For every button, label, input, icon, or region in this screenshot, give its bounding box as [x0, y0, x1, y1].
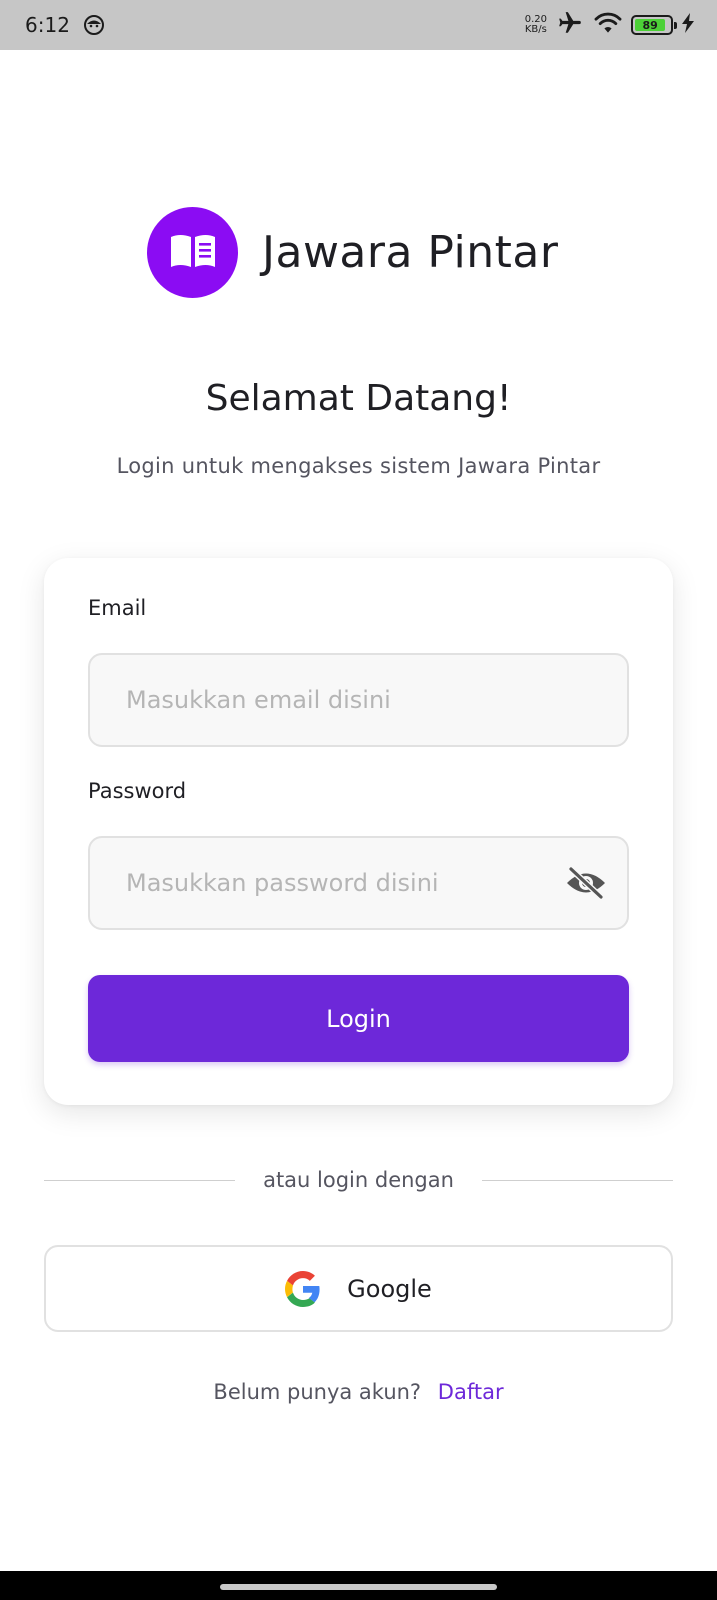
status-icons: 0.20 KB/s 89	[525, 10, 695, 40]
app-name: Jawara Pintar	[262, 227, 559, 278]
login-card: Email Password Login	[44, 558, 673, 1105]
brand-logo	[147, 207, 238, 298]
navigation-bar	[0, 1571, 717, 1600]
password-field[interactable]	[88, 836, 629, 930]
page-title: Selamat Datang!	[205, 378, 512, 419]
eye-off-icon[interactable]	[565, 862, 607, 904]
email-label: Email	[88, 596, 147, 620]
signup-prompt: Belum punya akun? Daftar	[0, 1380, 717, 1404]
book-icon	[168, 231, 218, 275]
signup-text: Belum punya akun?	[213, 1380, 422, 1404]
google-label: Google	[347, 1274, 432, 1303]
password-input[interactable]	[124, 868, 565, 898]
wifi-icon	[593, 11, 623, 39]
page-subtitle: Login untuk mengakses sistem Jawara Pint…	[116, 454, 601, 478]
divider-text: atau login dengan	[263, 1168, 454, 1192]
network-speed: 0.20 KB/s	[525, 15, 547, 35]
brand-header: Jawara Pintar	[147, 207, 558, 298]
status-bar: 6:12 0.20 KB/s 89	[0, 0, 717, 50]
divider-line-right	[481, 1179, 674, 1181]
divider-line-left	[44, 1179, 236, 1181]
google-login-button[interactable]: Google	[44, 1245, 673, 1332]
password-label: Password	[88, 779, 187, 803]
battery-icon: 89	[631, 15, 677, 35]
charging-icon	[681, 13, 695, 37]
status-time: 6:12	[25, 13, 70, 37]
face-icon	[83, 14, 105, 36]
login-divider: atau login dengan	[44, 1168, 674, 1192]
email-field[interactable]	[88, 653, 629, 747]
login-button[interactable]: Login	[88, 975, 629, 1062]
signup-link[interactable]: Daftar	[438, 1380, 504, 1404]
airplane-mode-icon	[555, 10, 585, 40]
home-gesture-handle[interactable]	[220, 1584, 497, 1590]
email-input[interactable]	[124, 685, 593, 715]
battery-level: 89	[635, 19, 666, 32]
network-speed-unit: KB/s	[524, 24, 547, 35]
google-icon	[285, 1270, 321, 1307]
